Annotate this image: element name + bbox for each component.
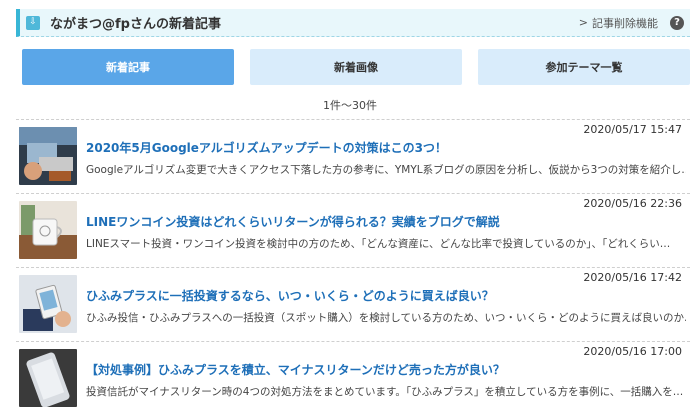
- tab-new-images[interactable]: 新着画像: [250, 49, 462, 85]
- tab-themes[interactable]: 参加テーマ一覧: [478, 49, 690, 85]
- list-item: 2020/05/16 22:36 LINEワンコイン投資はどれくらいリターンが得…: [16, 194, 690, 268]
- article-thumbnail[interactable]: [19, 201, 77, 259]
- list-item: 2020/05/17 15:47 2020年5月Googleアルゴリズムアップデ…: [16, 120, 690, 194]
- article-list: 2020/05/17 15:47 2020年5月Googleアルゴリズムアップデ…: [16, 120, 690, 410]
- article-thumbnail[interactable]: [19, 349, 77, 407]
- article-thumbnail[interactable]: [19, 275, 77, 333]
- article-excerpt: Googleアルゴリズム変更で大きくアクセス下落した方の参考に、YMYL系ブログ…: [86, 164, 686, 176]
- article-date: 2020/05/16 17:00: [583, 345, 682, 358]
- article-title-link[interactable]: 【対処事例】ひふみプラスを積立、マイナスリターンだけど売った方が良い？: [86, 361, 676, 378]
- list-item: 2020/05/16 17:00 【対処事例】ひふみプラスを積立、マイナスリター…: [16, 342, 690, 410]
- article-excerpt: LINEスマート投資・ワンコイン投資を検討中の方のため、「どんな資産に、どんな比…: [86, 238, 671, 250]
- new-articles-icon: ⇩: [26, 15, 40, 30]
- tab-bar: 新着記事 新着画像 参加テーマ一覧: [22, 49, 690, 85]
- article-title-link[interactable]: ひふみプラスに一括投資するなら、いつ・いくら・どのように買えば良い？: [86, 287, 676, 304]
- article-thumbnail[interactable]: [19, 127, 77, 185]
- article-date: 2020/05/17 15:47: [583, 123, 682, 136]
- article-title-link[interactable]: LINEワンコイン投資はどれくらいリターンが得られる？実績をブログで解説: [86, 213, 676, 230]
- article-date: 2020/05/16 22:36: [583, 197, 682, 210]
- delete-articles-label: 記事削除機能: [592, 16, 658, 30]
- tab-new-articles[interactable]: 新着記事: [22, 49, 234, 85]
- delete-articles-link[interactable]: > 記事削除機能: [579, 15, 658, 31]
- article-title-link[interactable]: 2020年5月Googleアルゴリズムアップデートの対策はこの3つ！: [86, 139, 676, 156]
- page-title: ながまつ@fpさんの新着記事: [50, 17, 221, 32]
- chevron-right-icon: >: [578, 16, 588, 29]
- article-excerpt: ひふみ投信・ひふみプラスへの一括投資（スポット購入）を検討している方のため、いつ…: [86, 312, 686, 324]
- blog-header: ⇩ ながまつ@fpさんの新着記事 > 記事削除機能 ?: [16, 9, 690, 37]
- page: ⇩ ながまつ@fpさんの新着記事 > 記事削除機能 ? 新着記事 新着画像 参加…: [0, 0, 700, 410]
- article-date: 2020/05/16 17:42: [583, 271, 682, 284]
- article-excerpt: 投資信託がマイナスリターン時の4つの対処方法をまとめています。「ひふみプラス」を…: [86, 386, 684, 398]
- result-range: 1件〜30件: [323, 99, 377, 112]
- help-icon[interactable]: ?: [670, 15, 684, 30]
- list-item: 2020/05/16 17:42 ひふみプラスに一括投資するなら、いつ・いくら・…: [16, 268, 690, 342]
